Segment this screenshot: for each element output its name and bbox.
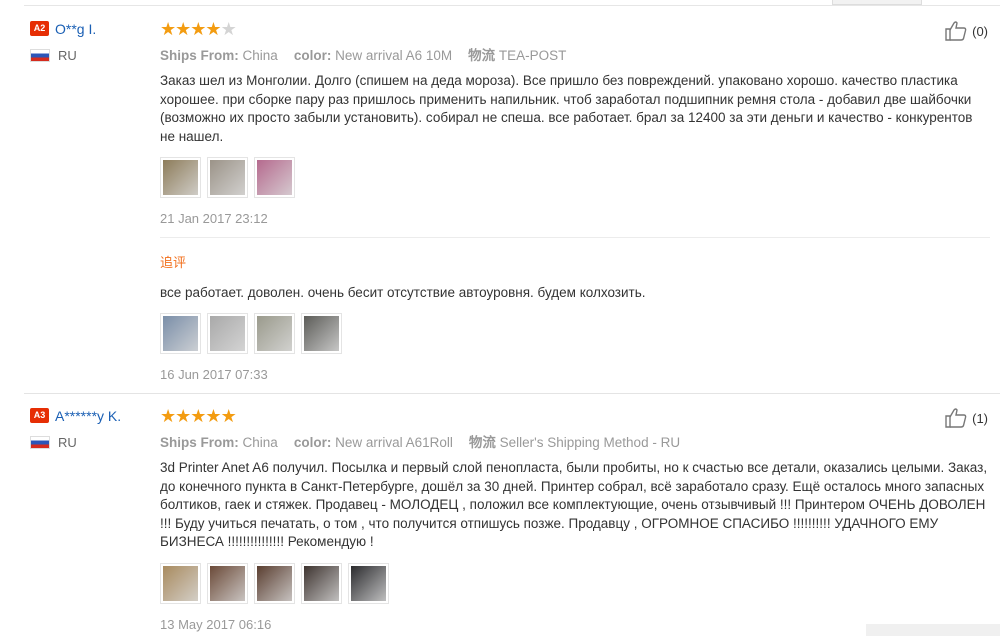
- logistics-label: 物流: [468, 435, 496, 450]
- star-empty-icon: ★: [220, 19, 237, 39]
- star-filled-icon: ★: [205, 406, 221, 426]
- buyer-level-badge: A2: [30, 21, 49, 37]
- photo-image: [163, 315, 198, 351]
- star-filled-icon: ★: [205, 19, 221, 39]
- ships-from-label: Ships From:: [160, 435, 239, 450]
- ships-from-value: China: [242, 48, 278, 63]
- review-photo-thumbnail[interactable]: [254, 157, 295, 198]
- country-code: RU: [58, 48, 77, 63]
- star-filled-icon: ★: [190, 406, 206, 426]
- star-filled-icon: ★: [220, 406, 237, 426]
- review-meta: Ships From: China color: New arrival A61R…: [160, 431, 990, 451]
- reviewer-country: RU: [30, 48, 96, 63]
- reviewer-country: RU: [30, 435, 121, 450]
- review-content: ★★★★★ Ships From: China color: New arriva…: [160, 407, 990, 632]
- bottom-corner-panel: [866, 624, 1000, 636]
- photo-image: [257, 315, 292, 351]
- color-label: color:: [293, 435, 332, 450]
- review-photo-thumbnail[interactable]: [160, 562, 201, 604]
- helpful-button[interactable]: (0): [944, 20, 988, 42]
- helpful-count: (0): [972, 23, 988, 39]
- russia-flag-icon: [30, 436, 50, 449]
- reviewer-name[interactable]: A******y K.: [55, 408, 121, 424]
- ships-from-value: China: [242, 435, 278, 450]
- followup-divider: [160, 237, 990, 238]
- photo-image: [351, 565, 386, 601]
- review-photo-thumbnail[interactable]: [301, 562, 342, 604]
- top-control-edge: [832, 0, 922, 5]
- buyer-level-badge: A3: [30, 408, 49, 424]
- country-code: RU: [58, 435, 77, 450]
- logistics-value: TEA-POST: [498, 48, 567, 63]
- review-photo-thumbnail[interactable]: [160, 157, 201, 198]
- color-value: New arrival A6 10M: [335, 48, 453, 63]
- review-photo-thumbnail[interactable]: [254, 562, 295, 604]
- reviewer-name[interactable]: O**g I.: [55, 21, 96, 37]
- review-photo-thumbnail[interactable]: [348, 562, 389, 604]
- review-meta: Ships From: China color: New arrival A6 1…: [160, 44, 990, 64]
- star-filled-icon: ★: [190, 19, 206, 39]
- star-filled-icon: ★: [175, 19, 191, 39]
- review-text: 3d Printer Anet A6 получил. Посылка и пе…: [160, 460, 988, 549]
- photo-image: [304, 565, 339, 601]
- followup-content: 追评 все работает. доволен. очень бесит от…: [160, 252, 990, 382]
- review-divider: [24, 393, 1000, 394]
- review-photo-thumbnail[interactable]: [207, 312, 248, 354]
- thumbs-up-icon: [945, 408, 967, 428]
- russia-flag-icon: [30, 49, 50, 62]
- review-photo-thumbnail[interactable]: [160, 312, 201, 354]
- review-photo-thumbnail[interactable]: [254, 312, 295, 354]
- photo-image: [210, 315, 245, 351]
- logistics-label: 物流: [468, 48, 496, 63]
- reviewer-info: A3 A******y K. RU: [30, 407, 121, 450]
- top-divider: [24, 5, 1000, 6]
- review-photo-thumbnail[interactable]: [207, 562, 248, 604]
- star-rating: ★★★★★: [160, 407, 990, 425]
- star-filled-icon: ★: [160, 19, 176, 39]
- review-photos: [160, 562, 990, 604]
- followup-date: 16 Jun 2017 07:33: [160, 366, 268, 382]
- followup-photos: [160, 312, 990, 354]
- review-text: Заказ шел из Монголии. Долго (спишем на …: [160, 73, 973, 144]
- color-value: New arrival A61Roll: [335, 435, 453, 450]
- review-date: 21 Jan 2017 23:12: [160, 211, 268, 226]
- reviewer-info: A2 O**g I. RU: [30, 20, 96, 63]
- star-filled-icon: ★: [160, 406, 176, 426]
- followup-label: 追评: [160, 255, 187, 270]
- review-photos: [160, 157, 990, 198]
- thumbs-up-icon: [945, 21, 967, 41]
- review-photo-thumbnail[interactable]: [301, 312, 342, 354]
- review-photo-thumbnail[interactable]: [207, 157, 248, 198]
- photo-image: [210, 565, 245, 601]
- star-filled-icon: ★: [175, 406, 191, 426]
- review-content: ★★★★★ Ships From: China color: New arriva…: [160, 20, 990, 226]
- photo-image: [163, 565, 198, 601]
- star-rating: ★★★★★: [160, 20, 990, 38]
- ships-from-label: Ships From:: [160, 48, 239, 63]
- helpful-button[interactable]: (1): [944, 407, 988, 429]
- photo-image: [304, 315, 339, 351]
- helpful-count: (1): [972, 410, 988, 426]
- followup-text: все работает. доволен. очень бесит отсут…: [160, 285, 646, 300]
- logistics-value: Seller's Shipping Method - RU: [499, 435, 681, 450]
- photo-image: [257, 160, 292, 195]
- photo-image: [210, 160, 245, 195]
- color-label: color:: [293, 48, 332, 63]
- photo-image: [163, 160, 198, 195]
- photo-image: [257, 565, 292, 601]
